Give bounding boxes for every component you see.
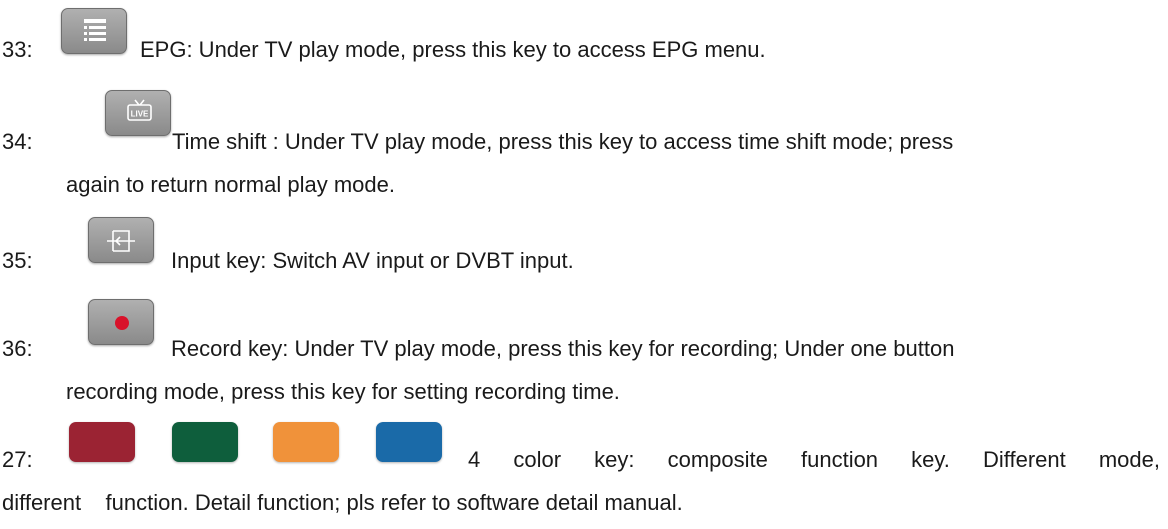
item-description-continuation: again to return normal play mode. <box>66 172 395 197</box>
item-description: Time shift : Under TV play mode, press t… <box>172 129 954 154</box>
item-description-continuation: recording mode, press this key for setti… <box>66 379 620 404</box>
item-description: Record key: Under TV play mode, press th… <box>171 336 955 361</box>
item-number: 33: <box>2 37 33 62</box>
red-color-key <box>69 422 135 462</box>
yellow-color-key <box>273 422 339 462</box>
item-number: 27: <box>2 447 33 472</box>
live-tv-icon: LIVE <box>127 99 152 121</box>
svg-text:LIVE: LIVE <box>131 110 149 119</box>
epg-key-button <box>61 8 127 54</box>
item-number: 34: <box>2 129 33 154</box>
record-dot-icon <box>115 316 129 330</box>
green-color-key <box>172 422 238 462</box>
item-description: Input key: Switch AV input or DVBT input… <box>171 248 574 273</box>
input-key-button <box>88 217 154 263</box>
record-key-button <box>88 299 154 345</box>
item-number: 36: <box>2 336 33 361</box>
epg-list-icon <box>84 19 106 41</box>
item-description: 4 color key: composite function key. Dif… <box>468 447 1160 472</box>
time-shift-key-button: LIVE <box>105 90 171 136</box>
item-description: EPG: Under TV play mode, press this key … <box>140 37 766 62</box>
item-number: 35: <box>2 248 33 273</box>
item-description-continuation: different function. Detail function; pls… <box>2 490 683 515</box>
input-switch-icon <box>107 230 135 252</box>
blue-color-key <box>376 422 442 462</box>
